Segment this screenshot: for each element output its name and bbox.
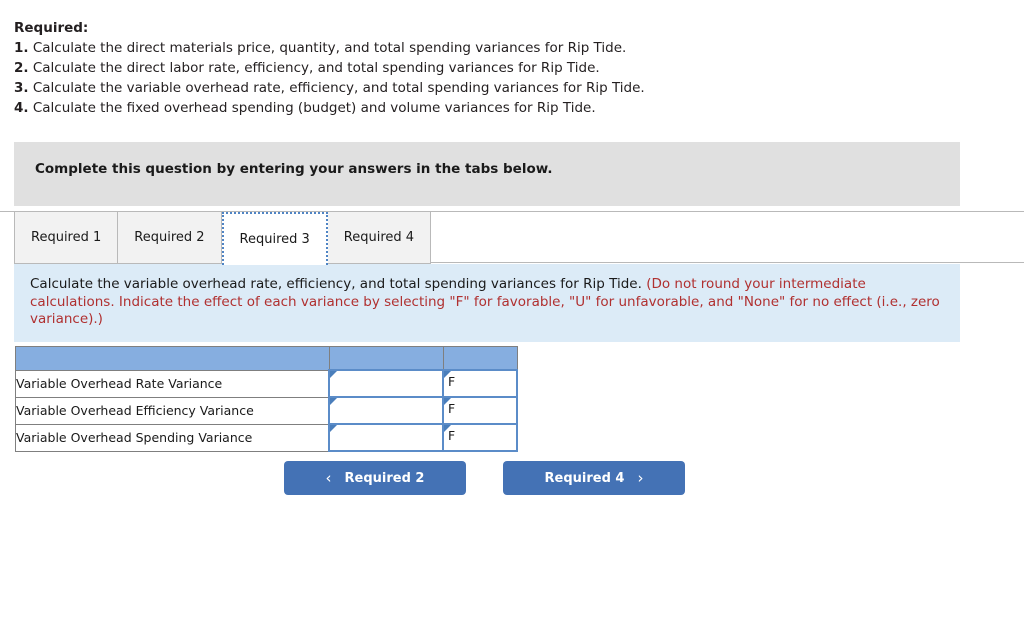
tab-required-2[interactable]: Required 2 xyxy=(118,212,222,264)
table-header-label-cell xyxy=(15,346,330,371)
required-tabs: Required 1 Required 2 Required 3 Require… xyxy=(0,211,1024,265)
instruction-text: Calculate the variable overhead rate, ef… xyxy=(30,276,944,329)
required-heading: Required: xyxy=(14,20,89,36)
effect-select-rate-variance[interactable]: F xyxy=(442,369,518,398)
complete-question-banner-text: Complete this question by entering your … xyxy=(35,161,553,177)
chevron-left-icon: ‹ xyxy=(325,468,332,487)
required-item-4: 4. Calculate the fixed overhead spending… xyxy=(14,98,974,118)
required-item-3-number: 3. xyxy=(14,80,29,96)
amount-input-efficiency-variance[interactable] xyxy=(328,396,444,425)
required-item-3: 3. Calculate the variable overhead rate,… xyxy=(14,78,974,98)
tab-navigation: ‹ Required 2 Required 4 › xyxy=(284,461,685,495)
table-header-amount-cell xyxy=(328,346,444,371)
effect-value-spending-variance: F xyxy=(448,428,456,443)
complete-question-banner: Complete this question by entering your … xyxy=(14,142,960,206)
table-row: Variable Overhead Efficiency Variance F xyxy=(15,396,518,425)
table-header-effect-cell xyxy=(442,346,518,371)
required-item-3-text: Calculate the variable overhead rate, ef… xyxy=(32,80,645,96)
amount-input-spending-variance[interactable] xyxy=(328,423,444,452)
table-row: Variable Overhead Rate Variance F xyxy=(15,369,518,398)
dropdown-corner-icon xyxy=(330,371,337,378)
next-required-button[interactable]: Required 4 › xyxy=(503,461,685,495)
tab-required-4-label: Required 4 xyxy=(343,230,415,245)
row-label-efficiency-variance: Variable Overhead Efficiency Variance xyxy=(15,396,330,425)
row-label-spending-variance: Variable Overhead Spending Variance xyxy=(15,423,330,452)
dropdown-corner-icon xyxy=(330,425,337,432)
required-item-1-text: Calculate the direct materials price, qu… xyxy=(32,40,627,56)
table-row: Variable Overhead Spending Variance F xyxy=(15,423,518,452)
tab-required-3-label: Required 3 xyxy=(239,232,310,247)
required-item-4-text: Calculate the fixed overhead spending (b… xyxy=(32,100,596,116)
variance-answer-table: Variable Overhead Rate Variance F Variab… xyxy=(15,346,518,452)
tab-required-2-label: Required 2 xyxy=(134,230,205,245)
instruction-panel: Calculate the variable overhead rate, ef… xyxy=(14,264,960,342)
instruction-main-text: Calculate the variable overhead rate, ef… xyxy=(30,276,642,292)
effect-select-spending-variance[interactable]: F xyxy=(442,423,518,452)
required-item-2-number: 2. xyxy=(14,60,29,76)
required-item-4-number: 4. xyxy=(14,100,29,116)
effect-select-efficiency-variance[interactable]: F xyxy=(442,396,518,425)
required-item-2: 2. Calculate the direct labor rate, effi… xyxy=(14,58,974,78)
dropdown-corner-icon xyxy=(330,398,337,405)
effect-value-rate-variance: F xyxy=(448,374,456,389)
tab-required-1[interactable]: Required 1 xyxy=(14,212,119,264)
required-list: Required: 1. Calculate the direct materi… xyxy=(14,18,974,118)
tab-required-1-label: Required 1 xyxy=(31,230,102,245)
next-required-button-label: Required 4 xyxy=(544,470,625,486)
row-label-rate-variance: Variable Overhead Rate Variance xyxy=(15,369,330,398)
tab-required-4[interactable]: Required 4 xyxy=(327,212,432,264)
table-header-row xyxy=(15,346,518,371)
amount-input-rate-variance[interactable] xyxy=(328,369,444,398)
tab-required-3[interactable]: Required 3 xyxy=(221,212,328,265)
prev-required-button[interactable]: ‹ Required 2 xyxy=(284,461,466,495)
effect-value-efficiency-variance: F xyxy=(448,401,456,416)
prev-required-button-label: Required 2 xyxy=(344,470,425,486)
chevron-right-icon: › xyxy=(637,468,644,487)
required-item-2-text: Calculate the direct labor rate, efficie… xyxy=(32,60,600,76)
required-item-1-number: 1. xyxy=(14,40,29,56)
required-item-1: 1. Calculate the direct materials price,… xyxy=(14,38,974,58)
